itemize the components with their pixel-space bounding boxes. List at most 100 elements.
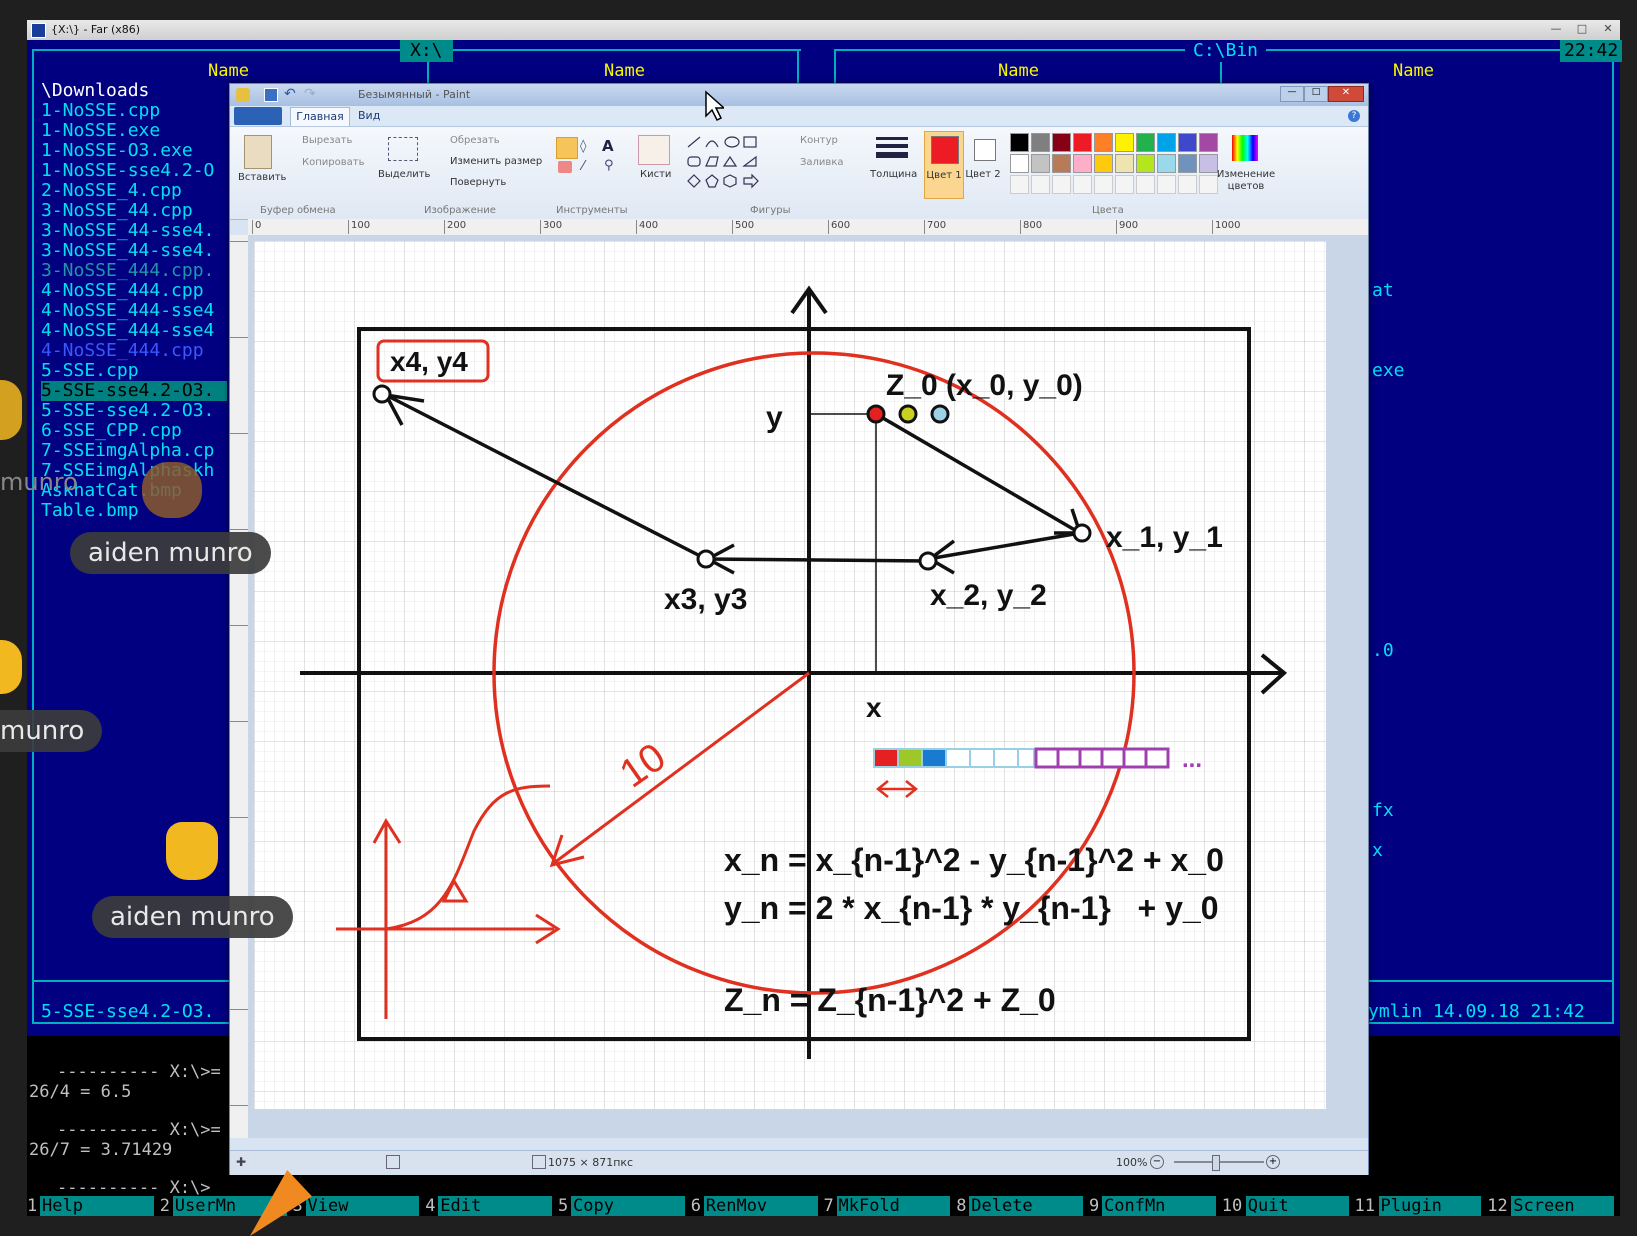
file-item[interactable]: 5-SSE-sse4.2-O3. xyxy=(41,401,214,421)
zoom-out-button[interactable]: − xyxy=(1150,1155,1164,1169)
brushes-button[interactable]: Кисти xyxy=(640,169,671,180)
maximize-button[interactable]: □ xyxy=(1570,22,1594,36)
palette-swatch-empty[interactable] xyxy=(1178,175,1197,194)
magnifier-icon[interactable]: ⚲ xyxy=(604,158,614,173)
palette-swatch[interactable] xyxy=(1115,154,1134,173)
palette-swatch[interactable] xyxy=(1052,154,1071,173)
save-icon[interactable] xyxy=(264,88,278,102)
rotate-button[interactable]: Повернуть xyxy=(450,177,506,188)
drawing-canvas[interactable]: x4, y4 Z_0 (x_0, y_0) y x x_1, y_1 x_2, … xyxy=(254,241,1326,1109)
column-header[interactable]: Name xyxy=(604,61,645,81)
file-item[interactable]: 4-NoSSE_444.cpp xyxy=(41,281,204,301)
function-key-help[interactable]: Help xyxy=(40,1196,154,1216)
palette-swatch[interactable] xyxy=(1199,133,1218,152)
edit-colors-icon[interactable] xyxy=(1232,135,1258,161)
file-item[interactable]: 4-NoSSE_444.cpp xyxy=(41,341,204,361)
palette-swatch[interactable] xyxy=(1178,133,1197,152)
edit-colors-button[interactable]: Изменение цветов xyxy=(1216,169,1276,193)
file-item[interactable]: 3-NoSSE_44-sse4. xyxy=(41,241,214,261)
canvas-area[interactable]: x4, y4 Z_0 (x_0, y_0) y x x_1, y_1 x_2, … xyxy=(248,235,1368,1138)
zoom-in-button[interactable]: + xyxy=(1266,1155,1280,1169)
right-file-fragment[interactable]: exe xyxy=(1372,360,1405,381)
palette-swatch-empty[interactable] xyxy=(1073,175,1092,194)
right-file-fragment[interactable]: fx xyxy=(1372,800,1394,821)
column-header[interactable]: Name xyxy=(208,61,249,81)
palette-swatch[interactable] xyxy=(1136,154,1155,173)
file-item[interactable]: 5-SSE-sse4.2-O3. xyxy=(41,381,227,401)
palette-swatch[interactable] xyxy=(1178,154,1197,173)
file-item[interactable]: 4-NoSSE_444-sse4 xyxy=(41,301,214,321)
redo-icon[interactable]: ↷ xyxy=(304,86,316,102)
right-file-fragment[interactable]: x xyxy=(1372,840,1383,861)
file-item[interactable]: 1-NoSSE-sse4.2-O xyxy=(41,161,214,181)
file-item[interactable]: 3-NoSSE_444.cpp. xyxy=(41,261,214,281)
text-tool-icon[interactable]: A xyxy=(602,137,614,155)
function-key-copy[interactable]: Copy xyxy=(571,1196,685,1216)
select-icon[interactable] xyxy=(388,137,418,161)
function-key-delete[interactable]: Delete xyxy=(969,1196,1083,1216)
right-file-fragment[interactable]: at xyxy=(1372,280,1394,301)
color1-selector[interactable]: Цвет 1 xyxy=(924,131,964,199)
brushes-icon[interactable] xyxy=(638,135,670,165)
palette-swatch[interactable] xyxy=(1031,154,1050,173)
function-key-screen[interactable]: Screen xyxy=(1511,1196,1614,1216)
minimize-button[interactable]: — xyxy=(1544,22,1568,36)
palette-swatch-empty[interactable] xyxy=(1136,175,1155,194)
file-item[interactable]: Table.bmp xyxy=(41,501,139,521)
file-item[interactable]: 3-NoSSE_44.cpp xyxy=(41,201,193,221)
column-header[interactable]: Name xyxy=(998,61,1039,81)
file-item[interactable]: 3-NoSSE_44-sse4. xyxy=(41,221,214,241)
close-button[interactable]: ✕ xyxy=(1328,86,1364,102)
app-menu-button[interactable] xyxy=(234,107,282,125)
undo-icon[interactable]: ↶ xyxy=(284,86,296,102)
function-key-plugin[interactable]: Plugin xyxy=(1378,1196,1482,1216)
function-key-renmov[interactable]: RenMov xyxy=(703,1196,818,1216)
function-key-mkfold[interactable]: MkFold xyxy=(836,1196,951,1216)
file-item[interactable]: 5-SSE.cpp xyxy=(41,361,139,381)
zoom-slider-thumb[interactable] xyxy=(1212,1155,1220,1171)
paste-button[interactable]: Вставить xyxy=(238,172,286,183)
current-folder[interactable]: \Downloads xyxy=(41,81,149,101)
fill-icon[interactable]: ◊ xyxy=(580,139,596,155)
file-item[interactable]: 1-NoSSE.cpp xyxy=(41,101,160,121)
palette-swatch[interactable] xyxy=(1052,133,1071,152)
crop-button[interactable]: Обрезать xyxy=(450,135,500,146)
function-key-quit[interactable]: Quit xyxy=(1245,1196,1349,1216)
copy-button[interactable]: Копировать xyxy=(302,157,364,168)
palette-swatch-empty[interactable] xyxy=(1115,175,1134,194)
outline-button[interactable]: Контур xyxy=(800,135,838,146)
color2-selector[interactable]: Цвет 2 xyxy=(964,131,1002,197)
file-item[interactable]: 7-SSEimgAlpha.cp xyxy=(41,441,214,461)
help-icon[interactable]: ? xyxy=(1348,110,1360,122)
close-button[interactable]: ✕ xyxy=(1596,22,1620,36)
function-key-view[interactable]: View xyxy=(305,1196,420,1216)
palette-swatch[interactable] xyxy=(1115,133,1134,152)
cut-button[interactable]: Вырезать xyxy=(302,135,352,146)
palette-swatch-empty[interactable] xyxy=(1157,175,1176,194)
palette-swatch[interactable] xyxy=(1010,154,1029,173)
shapes-gallery[interactable] xyxy=(686,135,776,189)
fill-button[interactable]: Заливка xyxy=(800,157,844,168)
color-picker-icon[interactable]: ⁄ xyxy=(582,159,584,174)
palette-swatch[interactable] xyxy=(1073,154,1092,173)
palette-swatch[interactable] xyxy=(1157,154,1176,173)
palette-swatch[interactable] xyxy=(1094,154,1113,173)
eraser-icon[interactable] xyxy=(558,161,572,173)
resize-button[interactable]: Изменить размер xyxy=(450,156,542,167)
tab-view[interactable]: Вид xyxy=(358,109,380,122)
palette-swatch-empty[interactable] xyxy=(1094,175,1113,194)
pencil-icon[interactable] xyxy=(556,137,578,159)
minimize-button[interactable]: — xyxy=(1280,86,1304,102)
palette-swatch[interactable] xyxy=(1136,133,1155,152)
file-item[interactable]: 4-NoSSE_444-sse4 xyxy=(41,321,214,341)
tab-home[interactable]: Главная xyxy=(290,107,350,127)
palette-swatch[interactable] xyxy=(1157,133,1176,152)
thickness-button[interactable]: Толщина xyxy=(870,169,917,180)
palette-swatch[interactable] xyxy=(1073,133,1092,152)
file-item[interactable]: 1-NoSSE-O3.exe xyxy=(41,141,193,161)
palette-swatch[interactable] xyxy=(1031,133,1050,152)
maximize-button[interactable]: □ xyxy=(1304,86,1328,102)
right-file-fragment[interactable]: .0 xyxy=(1372,640,1394,661)
palette-swatch[interactable] xyxy=(1010,133,1029,152)
function-key-edit[interactable]: Edit xyxy=(438,1196,552,1216)
